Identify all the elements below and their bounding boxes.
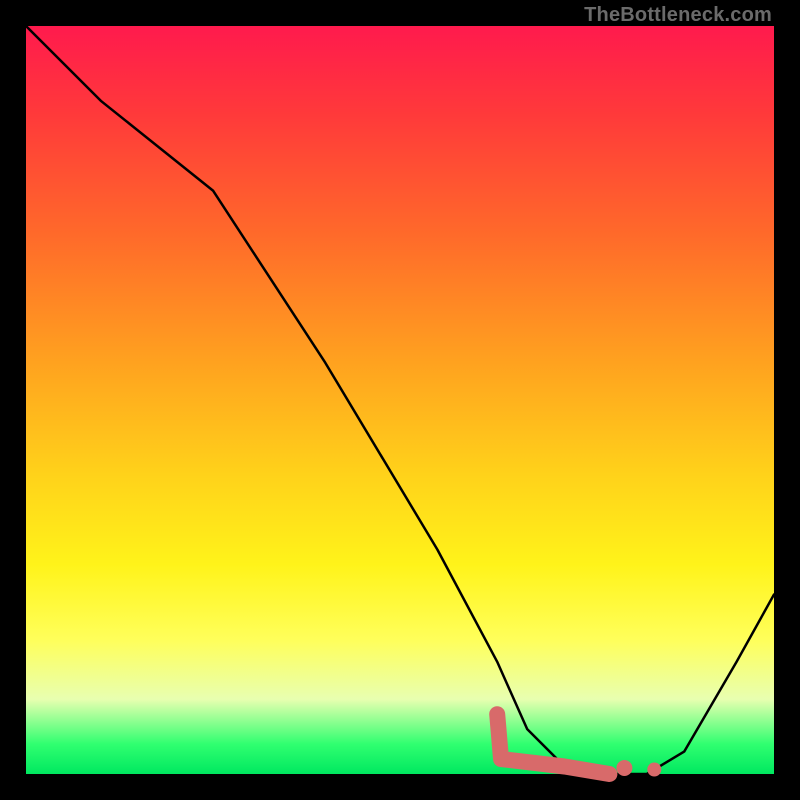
chart-frame <box>26 26 774 774</box>
chart-svg <box>26 26 774 774</box>
marker-dot-1 <box>616 760 632 776</box>
bottleneck-curve-path <box>26 26 774 774</box>
marker-dot-2 <box>647 763 661 777</box>
fuzzy-marker-segment <box>497 714 609 774</box>
watermark-text: TheBottleneck.com <box>584 4 772 27</box>
